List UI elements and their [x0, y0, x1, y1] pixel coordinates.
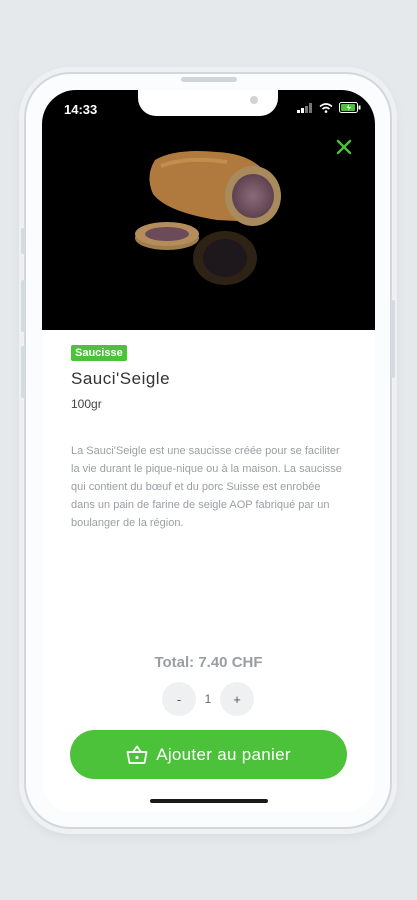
- product-weight: 100gr: [71, 397, 102, 411]
- battery-icon: [339, 102, 361, 113]
- status-time: 14:33: [64, 102, 98, 117]
- quantity-stepper: - 1 +: [162, 682, 254, 716]
- mute-switch: [21, 228, 25, 254]
- category-badge: Saucisse: [71, 345, 127, 361]
- quantity-value: 1: [204, 692, 212, 706]
- close-icon[interactable]: [333, 136, 355, 158]
- wifi-icon: [319, 102, 333, 113]
- power-button: [391, 300, 395, 378]
- signal-icon: [297, 102, 312, 113]
- speaker-grille: [181, 77, 237, 82]
- home-indicator[interactable]: [150, 799, 268, 803]
- product-hero: 14:33: [42, 90, 375, 330]
- total-price: Total: 7.40 CHF: [154, 654, 263, 671]
- volume-up-button: [21, 280, 25, 332]
- product-title: Sauci'Seigle: [71, 369, 171, 388]
- notch: [138, 90, 278, 116]
- add-to-cart-button[interactable]: Ajouter au panier: [70, 730, 347, 779]
- add-to-cart-label: Ajouter au panier: [156, 744, 291, 764]
- product-image: [135, 151, 281, 285]
- basket-icon: [126, 745, 148, 764]
- app-screen: 14:33 Saucisse Sauci'Seigle 100gr La Sau…: [42, 90, 375, 812]
- status-icons: [297, 102, 361, 113]
- decrease-button[interactable]: -: [162, 682, 196, 716]
- increase-button[interactable]: +: [220, 682, 254, 716]
- front-camera: [250, 96, 258, 104]
- volume-down-button: [21, 346, 25, 398]
- product-description: La Sauci'Seigle est une saucisse créée p…: [71, 445, 342, 529]
